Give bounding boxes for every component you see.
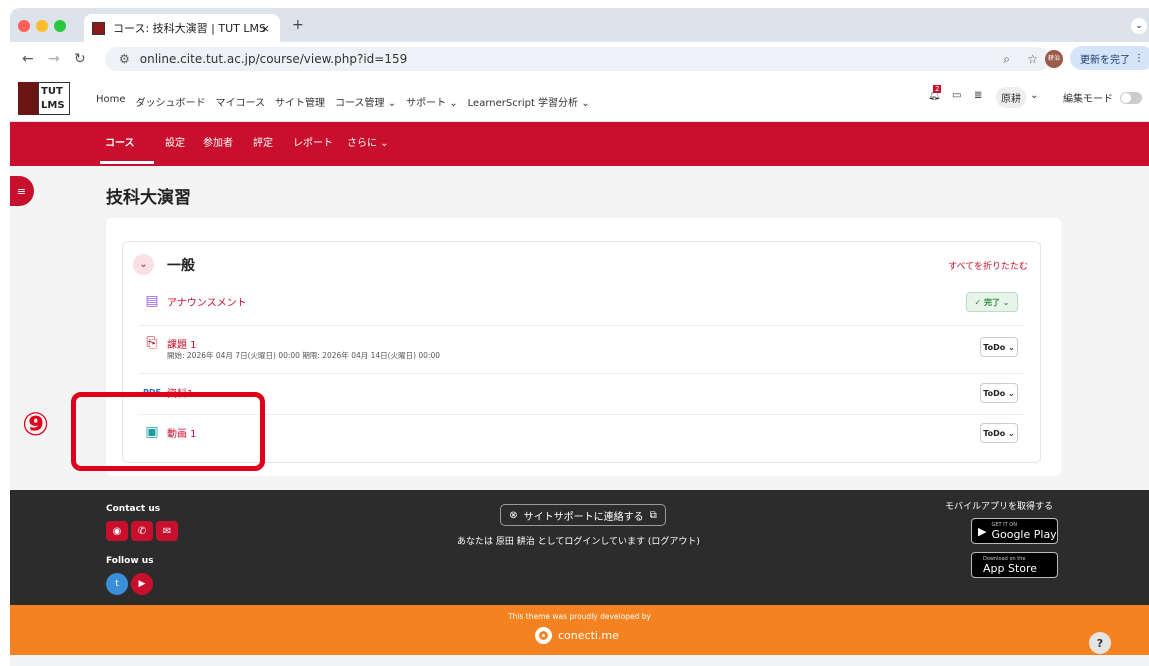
activity-item: PDF 資料1 ToDo ⌄ <box>139 383 1024 415</box>
annotation-highlight-box <box>71 392 265 471</box>
menu-item-course-admin[interactable]: コース管理 ⌄ <box>335 94 396 109</box>
twitter-icon[interactable]: t <box>106 573 128 595</box>
bookmark-star-icon[interactable]: ☆ <box>1027 52 1038 66</box>
activity-item: ⎘ 課題 1 開始: 2026年 04月 7日(火曜日) 00:00 期限: 2… <box>139 334 1024 374</box>
forward-icon[interactable]: → <box>48 51 60 67</box>
activity-dates: 開始: 2026年 04月 7日(火曜日) 00:00 期限: 2026年 04… <box>167 351 441 360</box>
todo-button[interactable]: ToDo ⌄ <box>980 337 1018 357</box>
get-app-heading: モバイルアプリを取得する <box>945 502 1054 512</box>
help-icon[interactable]: ? <box>1089 632 1111 654</box>
youtube-icon[interactable]: ▶ <box>131 573 153 595</box>
tab-more[interactable]: さらに ⌄ <box>347 134 389 149</box>
tab-list-chevron-icon[interactable]: ⌄ <box>1131 18 1147 34</box>
support-icon: ⊗ <box>509 509 518 521</box>
completion-done-button[interactable]: ✓ 完了 ⌄ <box>966 292 1018 312</box>
activity-item: ▣ 動画 1 ToDo ⌄ <box>139 423 1024 457</box>
notification-bell-icon[interactable]: 🔔︎ 2 <box>928 85 942 101</box>
activity-name[interactable]: 課題 1 <box>167 336 197 351</box>
activity-item: ▤ アナウンスメント ✓ 完了 ⌄ <box>139 292 1024 326</box>
zoom-icon[interactable]: ⌕ <box>1003 52 1010 67</box>
menu-item-mycourses[interactable]: マイコース <box>216 94 266 109</box>
site-info-icon[interactable]: ⚙ <box>119 52 130 66</box>
site-logo[interactable]: TUT LMS <box>18 82 72 115</box>
conectime-logo[interactable]: conecti.me <box>535 627 619 644</box>
url-input[interactable]: ⚙ online.cite.tut.ac.jp/course/view.php?… <box>105 47 1050 71</box>
theme-credit-bar: This theme was proudly developed by cone… <box>10 605 1149 655</box>
reload-icon[interactable]: ↻ <box>74 51 86 67</box>
follow-us-heading: Follow us <box>106 556 154 566</box>
maximize-window-icon[interactable] <box>54 20 66 32</box>
course-secondary-nav: コース 設定 参加者 評定 レポート さらに ⌄ <box>10 122 1149 166</box>
website-icon[interactable]: ◉ <box>106 521 128 541</box>
more-menu-icon[interactable]: ⋮ <box>1134 53 1144 64</box>
logo-image <box>18 82 38 115</box>
site-support-button[interactable]: ⊗ サイトサポートに連絡する ⧉ <box>500 504 666 526</box>
update-button[interactable]: 更新を完了 ⋮ <box>1070 46 1149 70</box>
theme-credit-text: This theme was proudly developed by <box>508 612 651 621</box>
tab-settings[interactable]: 設定 <box>165 134 185 149</box>
todo-button[interactable]: ToDo ⌄ <box>980 423 1018 443</box>
menu-item-home[interactable]: Home <box>96 94 126 109</box>
menu-item-dashboard[interactable]: ダッシュボード <box>136 94 206 109</box>
site-navbar: TUT LMS Home ダッシュボード マイコース サイト管理 コース管理 ⌄ … <box>10 76 1149 122</box>
tab-reports[interactable]: レポート <box>293 134 333 149</box>
site-footer: Contact us ◉ ✆ ✉ Follow us t ▶ ⊗ サイトサポートに… <box>10 490 1149 605</box>
tab-bar: コース: 技科大演習 | TUT LMS × + ⌄ <box>10 8 1149 42</box>
profile-avatar[interactable]: 耕治 <box>1045 50 1063 68</box>
address-bar-row: ← → ↻ ⚙ online.cite.tut.ac.jp/course/vie… <box>10 42 1149 76</box>
primary-menu: Home ダッシュボード マイコース サイト管理 コース管理 ⌄ サポート ⌄ … <box>96 94 590 109</box>
assignment-icon: ⎘ <box>146 335 158 351</box>
back-icon[interactable]: ← <box>22 51 34 67</box>
logo-text: TUT LMS <box>38 82 70 115</box>
tab-title: コース: 技科大演習 | TUT LMS <box>113 22 266 35</box>
storage-icon[interactable]: ≣ <box>974 90 982 101</box>
active-tab-indicator <box>100 161 154 164</box>
edit-mode-toggle[interactable] <box>1120 92 1142 104</box>
course-index-toggle-icon[interactable]: ≡ <box>10 176 34 206</box>
messages-icon[interactable]: ▭ <box>952 90 961 101</box>
minimize-window-icon[interactable] <box>36 20 48 32</box>
tab-favicon-icon <box>92 21 105 35</box>
notification-count-badge: 2 <box>933 85 942 93</box>
menu-item-learnerscript[interactable]: LearnerScript 学習分析 ⌄ <box>468 94 590 109</box>
app-store-button[interactable]: Download on the App Store <box>971 552 1058 578</box>
user-menu-avatar[interactable]: 原耕 <box>996 87 1026 108</box>
tab-participants[interactable]: 参加者 <box>203 134 233 149</box>
login-info: あなたは 原田 耕治 としてログインしています (ログアウト) <box>457 537 700 547</box>
annotation-number-label: ⑨ <box>22 405 50 443</box>
menu-item-site-admin[interactable]: サイト管理 <box>275 94 325 109</box>
edit-mode-label: 編集モード <box>1063 94 1113 105</box>
todo-button[interactable]: ToDo ⌄ <box>980 383 1018 403</box>
browser-window: コース: 技科大演習 | TUT LMS × + ⌄ ← → ↻ ⚙ onlin… <box>10 8 1149 666</box>
menu-item-support[interactable]: サポート ⌄ <box>406 94 458 109</box>
browser-tab[interactable]: コース: 技科大演習 | TUT LMS × <box>84 14 280 42</box>
contact-us-heading: Contact us <box>106 504 161 514</box>
google-play-icon: ▶ <box>978 524 987 538</box>
new-tab-icon[interactable]: + <box>292 17 304 33</box>
external-link-icon: ⧉ <box>649 509 657 521</box>
tab-course[interactable]: コース <box>105 134 135 149</box>
collapse-all-link[interactable]: すべてを折りたたむ <box>948 259 1028 272</box>
section-title: 一般 <box>167 258 195 274</box>
tab-close-icon[interactable]: × <box>261 22 270 35</box>
close-window-icon[interactable] <box>18 20 30 32</box>
activity-name[interactable]: アナウンスメント <box>167 294 247 309</box>
user-menu-chevron-icon[interactable]: ⌄ <box>1030 90 1038 101</box>
forum-icon: ▤ <box>145 293 159 309</box>
email-icon[interactable]: ✉ <box>156 521 178 541</box>
tab-grades[interactable]: 評定 <box>253 134 273 149</box>
section-collapse-chevron-icon[interactable]: ⌄ <box>133 254 154 275</box>
page-title: 技科大演習 <box>106 188 191 208</box>
phone-icon[interactable]: ✆ <box>131 521 153 541</box>
google-play-button[interactable]: ▶ GET IT ON Google Play <box>971 518 1058 544</box>
